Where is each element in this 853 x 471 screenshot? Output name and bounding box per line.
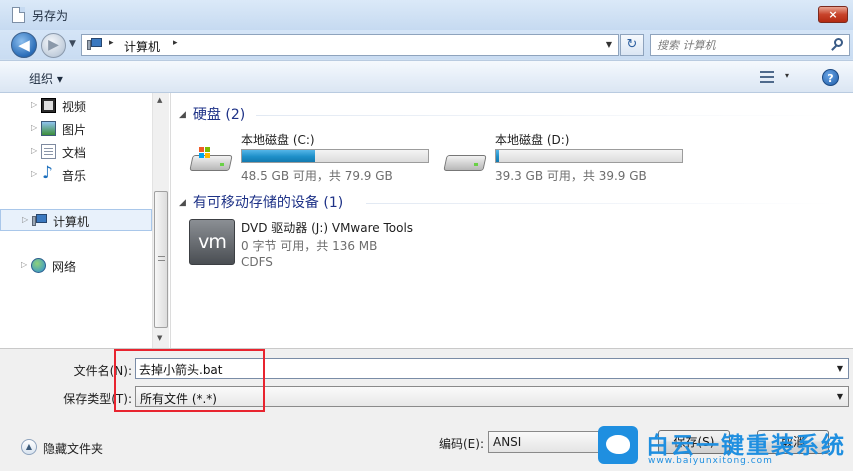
hard-drive-icon — [443, 147, 489, 175]
sidebar-item-music[interactable]: ▷ 音乐 — [0, 163, 152, 186]
group-header-label: 有可移动存储的设备 (1) — [192, 195, 344, 211]
group-header-label: 硬盘 (2) — [192, 107, 246, 123]
encoding-label: 编码(E): — [439, 437, 484, 451]
scrollbar-thumb[interactable] — [154, 191, 168, 328]
cancel-button[interactable]: 取消 — [757, 430, 829, 454]
computer-icon — [32, 213, 47, 228]
drive-usage-bar — [241, 149, 429, 163]
organize-menu[interactable]: 组织 ▾ — [29, 70, 63, 87]
expand-icon[interactable]: ▷ — [31, 169, 37, 178]
drive-info: 39.3 GB 可用，共 39.9 GB — [495, 169, 647, 183]
scroll-down-icon[interactable]: ▼ — [157, 334, 162, 342]
filetype-select[interactable]: 所有文件 (*.*) ▼ — [135, 386, 849, 407]
group-header-removable[interactable]: ◢ 有可移动存储的设备 (1) — [179, 192, 343, 212]
scroll-up-icon[interactable]: ▲ — [157, 96, 162, 104]
group-header-hard-disks[interactable]: ◢ 硬盘 (2) — [179, 104, 245, 124]
sidebar-item-documents[interactable]: ▷ 文档 — [0, 141, 152, 163]
drive-filesystem: CDFS — [241, 255, 273, 269]
title-bar: 另存为 × — [0, 0, 853, 30]
expand-icon[interactable]: ▷ — [21, 260, 27, 269]
music-library-icon — [41, 163, 56, 183]
search-box[interactable] — [650, 34, 850, 56]
drive-name: DVD 驱动器 (J:) VMware Tools — [241, 221, 414, 235]
address-bar[interactable]: ▸ 计算机 ▸ ▼ — [81, 34, 619, 56]
drive-usage-fill — [496, 150, 499, 162]
sidebar-item-label: 音乐 — [62, 169, 87, 183]
drive-c[interactable]: 本地磁盘 (C:) 48.5 GB 可用，共 79.9 GB — [189, 131, 449, 186]
collapse-icon[interactable]: ◢ — [179, 110, 186, 120]
group-divider — [366, 203, 836, 204]
encoding-select[interactable]: ANSI — [488, 431, 618, 453]
refresh-button[interactable]: ↻ — [620, 34, 644, 56]
drive-usage-fill — [242, 150, 315, 162]
refresh-arrows-icon: ↻ — [626, 37, 638, 52]
filename-label: 文件名(N): — [73, 364, 132, 378]
filename-field[interactable]: ▼ — [135, 358, 849, 379]
encoding-value: ANSI — [493, 435, 522, 449]
drive-info: 48.5 GB 可用，共 79.9 GB — [241, 169, 393, 183]
filename-input[interactable] — [139, 361, 819, 377]
chevron-down-icon[interactable]: ▼ — [837, 392, 843, 401]
expand-icon[interactable]: ▷ — [31, 146, 37, 155]
expand-icon[interactable]: ▷ — [31, 100, 37, 109]
navigation-scrollbar[interactable]: ▲ ▼ — [152, 93, 169, 348]
windows-logo-icon — [199, 147, 211, 159]
expand-icon[interactable]: ▷ — [31, 123, 37, 132]
views-dropdown[interactable]: ▾ — [785, 71, 789, 80]
drive-d[interactable]: 本地磁盘 (D:) 39.3 GB 可用，共 39.9 GB — [443, 131, 703, 186]
document-icon — [12, 7, 25, 23]
file-list-pane: ◢ 硬盘 (2) 本地磁盘 (C:) 48.5 GB 可用，共 79.9 GB 本… — [170, 93, 853, 348]
sidebar-item-network[interactable]: ▷ 网络 — [0, 255, 152, 277]
filetype-value: 所有文件 (*.*) — [140, 392, 217, 406]
help-icon[interactable]: ? — [822, 69, 839, 86]
save-button[interactable]: 保存(S) — [658, 430, 730, 454]
window-title: 另存为 — [32, 9, 69, 23]
save-form: 文件名(N): ▼ 保存类型(T): 所有文件 (*.*) ▼ ▲ 隐藏文件夹 … — [0, 348, 853, 471]
drive-name: 本地磁盘 (D:) — [495, 133, 570, 147]
documents-library-icon — [41, 144, 56, 159]
views-icon[interactable] — [760, 71, 774, 84]
system-drive-icon — [189, 147, 235, 175]
breadcrumb-computer[interactable]: 计算机 — [124, 38, 160, 55]
command-bar: 组织 ▾ ▾ ? — [0, 60, 853, 93]
group-divider — [256, 115, 836, 116]
sidebar-item-label: 计算机 — [53, 215, 90, 229]
history-dropdown-icon[interactable]: ▼ — [69, 39, 76, 49]
hide-folders-label[interactable]: 隐藏文件夹 — [43, 440, 103, 457]
close-button[interactable]: × — [818, 6, 848, 23]
drive-info: 0 字节 可用，共 136 MB — [241, 239, 378, 253]
sidebar-item-label: 文档 — [62, 146, 87, 160]
search-input[interactable] — [657, 37, 827, 53]
sidebar-item-computer[interactable]: ▷ 计算机 — [0, 209, 152, 231]
forward-button[interactable]: ▶ — [41, 33, 66, 58]
breadcrumb-separator[interactable]: ▸ — [173, 38, 178, 48]
computer-icon — [87, 38, 102, 51]
address-dropdown-icon[interactable]: ▼ — [606, 40, 612, 49]
sidebar-item-label: 图片 — [62, 123, 87, 137]
expand-icon[interactable]: ▷ — [22, 215, 28, 224]
drive-name: 本地磁盘 (C:) — [241, 133, 315, 147]
drive-usage-bar — [495, 149, 683, 163]
search-icon[interactable] — [831, 38, 844, 52]
navigation-pane: ▷ 视频 ▷ 图片 ▷ 文档 ▷ 音乐 ▷ 计算机 ▷ 网络 — [0, 93, 170, 348]
address-row: ◀ ▶ ▼ ▸ 计算机 ▸ ▼ ↻ — [0, 30, 853, 59]
video-library-icon — [41, 98, 56, 113]
breadcrumb-separator[interactable]: ▸ — [109, 38, 114, 48]
sidebar-item-label: 网络 — [52, 260, 77, 274]
drive-dvd[interactable]: vm DVD 驱动器 (J:) VMware Tools 0 字节 可用，共 1… — [189, 219, 489, 274]
network-icon — [31, 258, 46, 273]
pictures-library-icon — [41, 121, 56, 136]
sidebar-item-label: 视频 — [62, 100, 87, 114]
chevron-up-icon[interactable]: ▲ — [21, 439, 37, 455]
back-button[interactable]: ◀ — [11, 32, 37, 58]
sidebar-item-pictures[interactable]: ▷ 图片 — [0, 118, 152, 140]
collapse-icon[interactable]: ◢ — [179, 198, 186, 208]
filetype-label: 保存类型(T): — [63, 392, 132, 406]
vmware-logo-icon: vm — [189, 219, 235, 265]
sidebar-item-videos[interactable]: ▷ 视频 — [0, 95, 152, 117]
chevron-down-icon[interactable]: ▼ — [837, 364, 843, 373]
